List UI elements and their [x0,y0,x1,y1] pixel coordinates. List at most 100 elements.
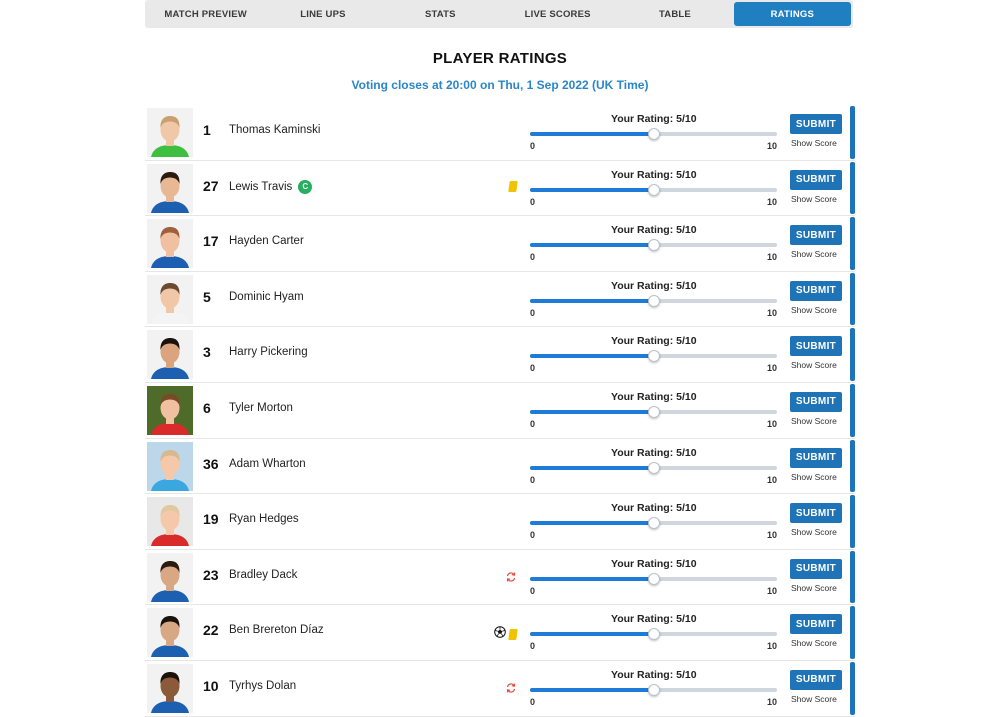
rating-slider-thumb[interactable] [647,294,660,307]
show-score-link[interactable]: Show Score [791,416,837,426]
player-name: Ryan Hedges [229,513,299,525]
submit-rating-button[interactable]: SUBMIT [790,391,842,412]
player-row: 19 Ryan Hedges Your Rating: 5/10 0 10 SUBMIT S… [145,494,855,550]
tab-live-scores[interactable]: LIVE SCORES [499,2,616,26]
submit-rating-button[interactable]: SUBMIT [790,503,842,524]
match-events [494,625,518,643]
rating-slider-thumb[interactable] [647,572,660,585]
player-name: Adam Wharton [229,458,306,470]
rating-slider[interactable] [530,128,777,140]
player-photo [147,163,193,213]
slider-min-label: 0 [530,252,536,263]
show-score-link[interactable]: Show Score [791,249,837,259]
rating-slider[interactable] [530,405,777,418]
rating-slider-fill [530,576,654,581]
rating-slider-thumb[interactable] [647,461,660,474]
player-name: Ben Brereton Díaz [229,624,324,636]
rating-slider-fill [530,187,654,192]
tab-match-preview[interactable]: MATCH PREVIEW [147,2,264,26]
slider-min-label: 0 [530,474,536,485]
match-tab-bar: MATCH PREVIEW LINE UPS STATS LIVE SCORES TAB… [145,0,853,28]
player-photo [147,330,193,380]
player-ratings-list: 1 Thomas Kaminski Your Rating: 5/10 0 10 SUBM… [145,105,855,717]
submit-rating-button[interactable]: SUBMIT [790,225,842,246]
slider-min-label: 0 [530,141,536,151]
submit-rating-button[interactable]: SUBMIT [790,169,842,190]
slider-max-label: 10 [767,252,778,263]
slider-max-label: 10 [767,530,778,541]
your-rating-label: Your Rating: 5/10 [611,113,697,125]
match-events [505,570,517,588]
your-rating-label: Your Rating: 5/10 [611,557,697,570]
player-row: 22 Ben Brereton Díaz Your Rating: 5/10 0 10 S… [145,605,855,661]
tab-line-ups[interactable]: LINE UPS [264,2,381,26]
show-score-link[interactable]: Show Score [791,194,837,204]
show-score-link[interactable]: Show Score [791,527,837,537]
player-name-text: Tyler Morton [229,401,293,414]
submit-rating-button[interactable]: SUBMIT [790,336,842,357]
rating-slider[interactable] [530,294,777,307]
show-score-link[interactable]: Show Score [791,138,837,148]
rating-slider[interactable] [530,628,777,641]
show-score-link[interactable]: Show Score [791,638,837,648]
show-score-link[interactable]: Show Score [791,472,837,482]
player-photo [147,552,193,602]
yellow-card-icon [508,180,518,192]
tab-ratings[interactable]: RATINGS [733,2,851,26]
rating-slider-fill [530,409,654,414]
rating-slider-thumb[interactable] [647,350,660,363]
rating-slider[interactable] [530,572,777,585]
rating-slider[interactable] [530,517,777,530]
your-rating-label: Your Rating: 5/10 [611,668,697,681]
voting-deadline: Voting closes at 20:00 on Thu, 1 Sep 202… [351,78,649,92]
submit-rating-button[interactable]: SUBMIT [790,558,842,579]
rating-slider[interactable] [530,183,777,196]
slider-max-label: 10 [767,641,778,652]
rating-slider[interactable] [530,683,777,696]
tab-table[interactable]: TABLE [616,2,733,26]
rating-slider-thumb[interactable] [647,405,660,418]
player-row: 6 Tyler Morton Your Rating: 5/10 0 10 SUBMIT S… [145,382,855,439]
player-row: 17 Hayden Carter Your Rating: 5/10 0 10 SUBMI… [145,216,855,272]
your-rating-label: Your Rating: 5/10 [611,224,697,237]
submit-rating-button[interactable]: SUBMIT [790,614,842,635]
slider-max-label: 10 [767,585,778,596]
show-score-link[interactable]: Show Score [791,305,837,315]
slider-min-label: 0 [530,696,536,707]
rating-slider-fill [530,132,654,136]
player-name-text: Thomas Kaminski [229,124,321,136]
match-events [508,180,518,192]
rating-slider-thumb[interactable] [647,183,660,196]
show-score-link[interactable]: Show Score [791,583,837,593]
row-accent-bar [850,328,855,381]
tab-stats[interactable]: STATS [382,2,499,26]
player-name-text: Lewis Travis [229,180,293,193]
submit-rating-button[interactable]: SUBMIT [790,114,842,134]
row-accent-bar [850,606,855,659]
row-accent-bar [850,217,855,270]
rating-slider[interactable] [530,239,777,252]
player-photo [147,441,193,491]
rating-slider-thumb[interactable] [647,128,660,140]
rating-slider-thumb[interactable] [647,239,660,252]
rating-slider-fill [530,298,654,303]
show-score-link[interactable]: Show Score [791,694,837,704]
player-row: 10 Tyrhys Dolan Your Rating: 5/10 0 10 SUBMIT… [145,660,855,717]
submit-rating-button[interactable]: SUBMIT [790,669,842,690]
slider-max-label: 10 [767,474,778,485]
rating-slider[interactable] [530,350,777,363]
submit-rating-button[interactable]: SUBMIT [790,280,842,301]
rating-slider-thumb[interactable] [647,517,660,530]
player-photo [147,108,193,157]
rating-slider[interactable] [530,461,777,474]
slider-min-label: 0 [530,307,536,318]
your-rating-label: Your Rating: 5/10 [611,279,697,292]
rating-slider-thumb[interactable] [647,683,660,696]
show-score-link[interactable]: Show Score [791,360,837,370]
player-number: 27 [203,177,219,194]
row-accent-bar [850,106,855,159]
row-accent-bar [850,439,855,493]
match-events [505,681,517,699]
submit-rating-button[interactable]: SUBMIT [790,447,842,468]
rating-slider-thumb[interactable] [647,628,660,641]
